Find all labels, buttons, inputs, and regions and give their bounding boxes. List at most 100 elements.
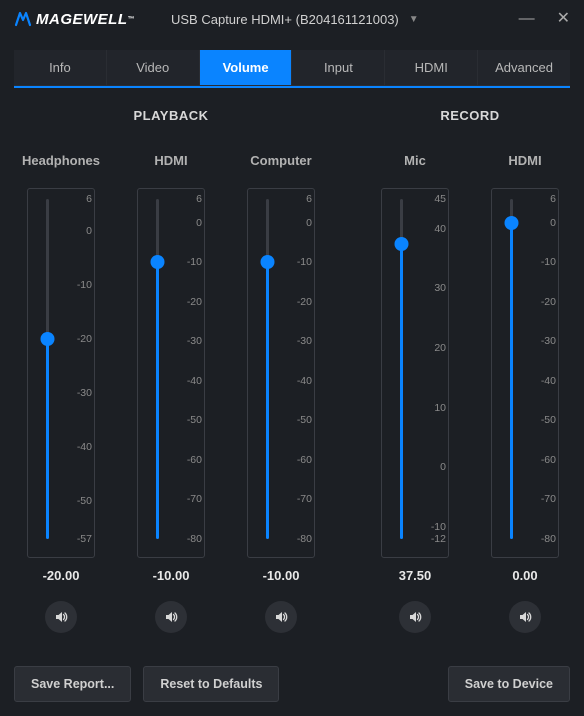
content-area: PLAYBACK Headphones60-10-20-30-40-50-57-… — [0, 88, 584, 643]
save-report-button[interactable]: Save Report... — [14, 666, 131, 702]
playback-channel-0: Headphones60-10-20-30-40-50-57-20.00 — [18, 153, 104, 633]
titlebar: MAGEWELL™ USB Capture HDMI+ (B2041611210… — [0, 0, 584, 38]
slider-ticks: 60-10-20-30-40-50-60-70-80 — [524, 199, 560, 539]
tick-label: -40 — [176, 375, 202, 387]
speaker-icon — [517, 609, 533, 625]
tick-label: -10 — [176, 256, 202, 268]
device-name: USB Capture HDMI+ (B204161121003) — [171, 12, 399, 27]
tick-label: 0 — [420, 461, 446, 473]
brand-text: MAGEWELL — [36, 11, 128, 28]
brand-logo: MAGEWELL™ — [14, 10, 135, 28]
tick-label: -30 — [530, 335, 556, 347]
slider-track-area[interactable]: 60-10-20-30-40-50-60-70-80 — [248, 199, 314, 539]
tick-label: 40 — [420, 223, 446, 235]
tick-label: -50 — [286, 414, 312, 426]
tick-label: -70 — [530, 493, 556, 505]
playback-section: PLAYBACK Headphones60-10-20-30-40-50-57-… — [18, 108, 324, 633]
tick-label: -30 — [286, 335, 312, 347]
record-title: RECORD — [440, 108, 499, 123]
slider-track-area[interactable]: 60-10-20-30-40-50-60-70-80 — [492, 199, 558, 539]
tick-label: -80 — [530, 533, 556, 545]
channel-value: -10.00 — [263, 568, 300, 583]
tab-hdmi[interactable]: HDMI — [384, 50, 477, 85]
mute-button[interactable] — [399, 601, 431, 633]
tick-label: 30 — [420, 282, 446, 294]
record-section: RECORD Mic45403020100-10-1237.50HDMI60-1… — [372, 108, 568, 633]
tick-label: 6 — [286, 193, 312, 205]
tick-label: -50 — [66, 495, 92, 507]
tick-label: 6 — [530, 193, 556, 205]
slider-thumb[interactable] — [41, 332, 55, 346]
tick-label: -20 — [286, 296, 312, 308]
tick-label: -60 — [286, 454, 312, 466]
channel-label: HDMI — [508, 153, 541, 168]
channel-value: 0.00 — [512, 568, 537, 583]
tick-label: -30 — [66, 387, 92, 399]
slider-thumb[interactable] — [505, 216, 519, 230]
slider-fill — [46, 339, 49, 539]
tick-label: 0 — [176, 217, 202, 229]
record-channel-0: Mic45403020100-10-1237.50 — [372, 153, 458, 633]
tick-label: -80 — [286, 533, 312, 545]
volume-slider[interactable]: 6 0 -10 -20 -30 -40 -50 -60 -70 -80 — [247, 188, 315, 558]
slider-track-area[interactable]: 45403020100-10-12 — [382, 199, 448, 539]
save-to-device-button[interactable]: Save to Device — [448, 666, 570, 702]
close-button[interactable]: ✕ — [557, 11, 570, 27]
slider-track-area[interactable]: 60-10-20-30-40-50-57 — [28, 199, 94, 539]
tick-label: -50 — [176, 414, 202, 426]
tab-video[interactable]: Video — [106, 50, 199, 85]
reset-defaults-button[interactable]: Reset to Defaults — [143, 666, 279, 702]
tick-label: 0 — [286, 217, 312, 229]
mute-button[interactable] — [509, 601, 541, 633]
playback-channels: Headphones60-10-20-30-40-50-57-20.00HDMI… — [18, 153, 324, 633]
tick-label: -10 — [530, 256, 556, 268]
device-dropdown[interactable]: USB Capture HDMI+ (B204161121003) ▼ — [171, 12, 419, 27]
volume-slider[interactable]: 60-10-20-30-40-50-60-70-80 — [491, 188, 559, 558]
slider-fill — [510, 223, 513, 539]
slider-ticks: 60-10-20-30-40-50-57 — [60, 199, 96, 539]
logo-icon — [14, 10, 32, 28]
mute-button[interactable] — [45, 601, 77, 633]
tick-label: -40 — [530, 375, 556, 387]
tick-label: -57 — [66, 533, 92, 545]
slider-fill — [156, 262, 159, 539]
slider-ticks: 60-10-20-30-40-50-60-70-80 — [280, 199, 316, 539]
slider-thumb[interactable] — [151, 255, 165, 269]
tick-label: 0 — [530, 217, 556, 229]
tick-label: -40 — [66, 441, 92, 453]
speaker-icon — [163, 609, 179, 625]
volume-slider[interactable]: 60-10-20-30-40-50-57 — [27, 188, 95, 558]
tick-label: -20 — [530, 296, 556, 308]
chevron-down-icon: ▼ — [409, 14, 419, 25]
tab-volume[interactable]: Volume — [199, 50, 292, 85]
channel-label: Mic — [404, 153, 426, 168]
tick-label: 6 — [66, 193, 92, 205]
tick-label: -70 — [286, 493, 312, 505]
volume-slider[interactable]: 45403020100-10-12 — [381, 188, 449, 558]
tick-label: -10 — [286, 256, 312, 268]
slider-fill — [400, 244, 403, 539]
tab-input[interactable]: Input — [291, 50, 384, 85]
tick-label: 45 — [420, 193, 446, 205]
trademark: ™ — [128, 16, 136, 23]
tick-label: -70 — [176, 493, 202, 505]
record-channel-1: HDMI60-10-20-30-40-50-60-70-800.00 — [482, 153, 568, 633]
tab-info[interactable]: Info — [14, 50, 106, 85]
slider-thumb[interactable] — [395, 237, 409, 251]
volume-slider[interactable]: 60-10-20-30-40-50-60-70-80 — [137, 188, 205, 558]
tick-label: -20 — [176, 296, 202, 308]
minimize-button[interactable]: — — [519, 11, 535, 27]
tick-label: -50 — [530, 414, 556, 426]
tick-label: -40 — [286, 375, 312, 387]
slider-track-area[interactable]: 60-10-20-30-40-50-60-70-80 — [138, 199, 204, 539]
slider-thumb[interactable] — [261, 255, 275, 269]
tick-label: -30 — [176, 335, 202, 347]
window-controls: — ✕ — [519, 11, 570, 27]
speaker-icon — [273, 609, 289, 625]
tick-label: 20 — [420, 342, 446, 354]
channel-value: -10.00 — [153, 568, 190, 583]
mute-button[interactable] — [155, 601, 187, 633]
mute-button[interactable] — [265, 601, 297, 633]
tab-advanced[interactable]: Advanced — [477, 50, 570, 85]
speaker-icon — [407, 609, 423, 625]
